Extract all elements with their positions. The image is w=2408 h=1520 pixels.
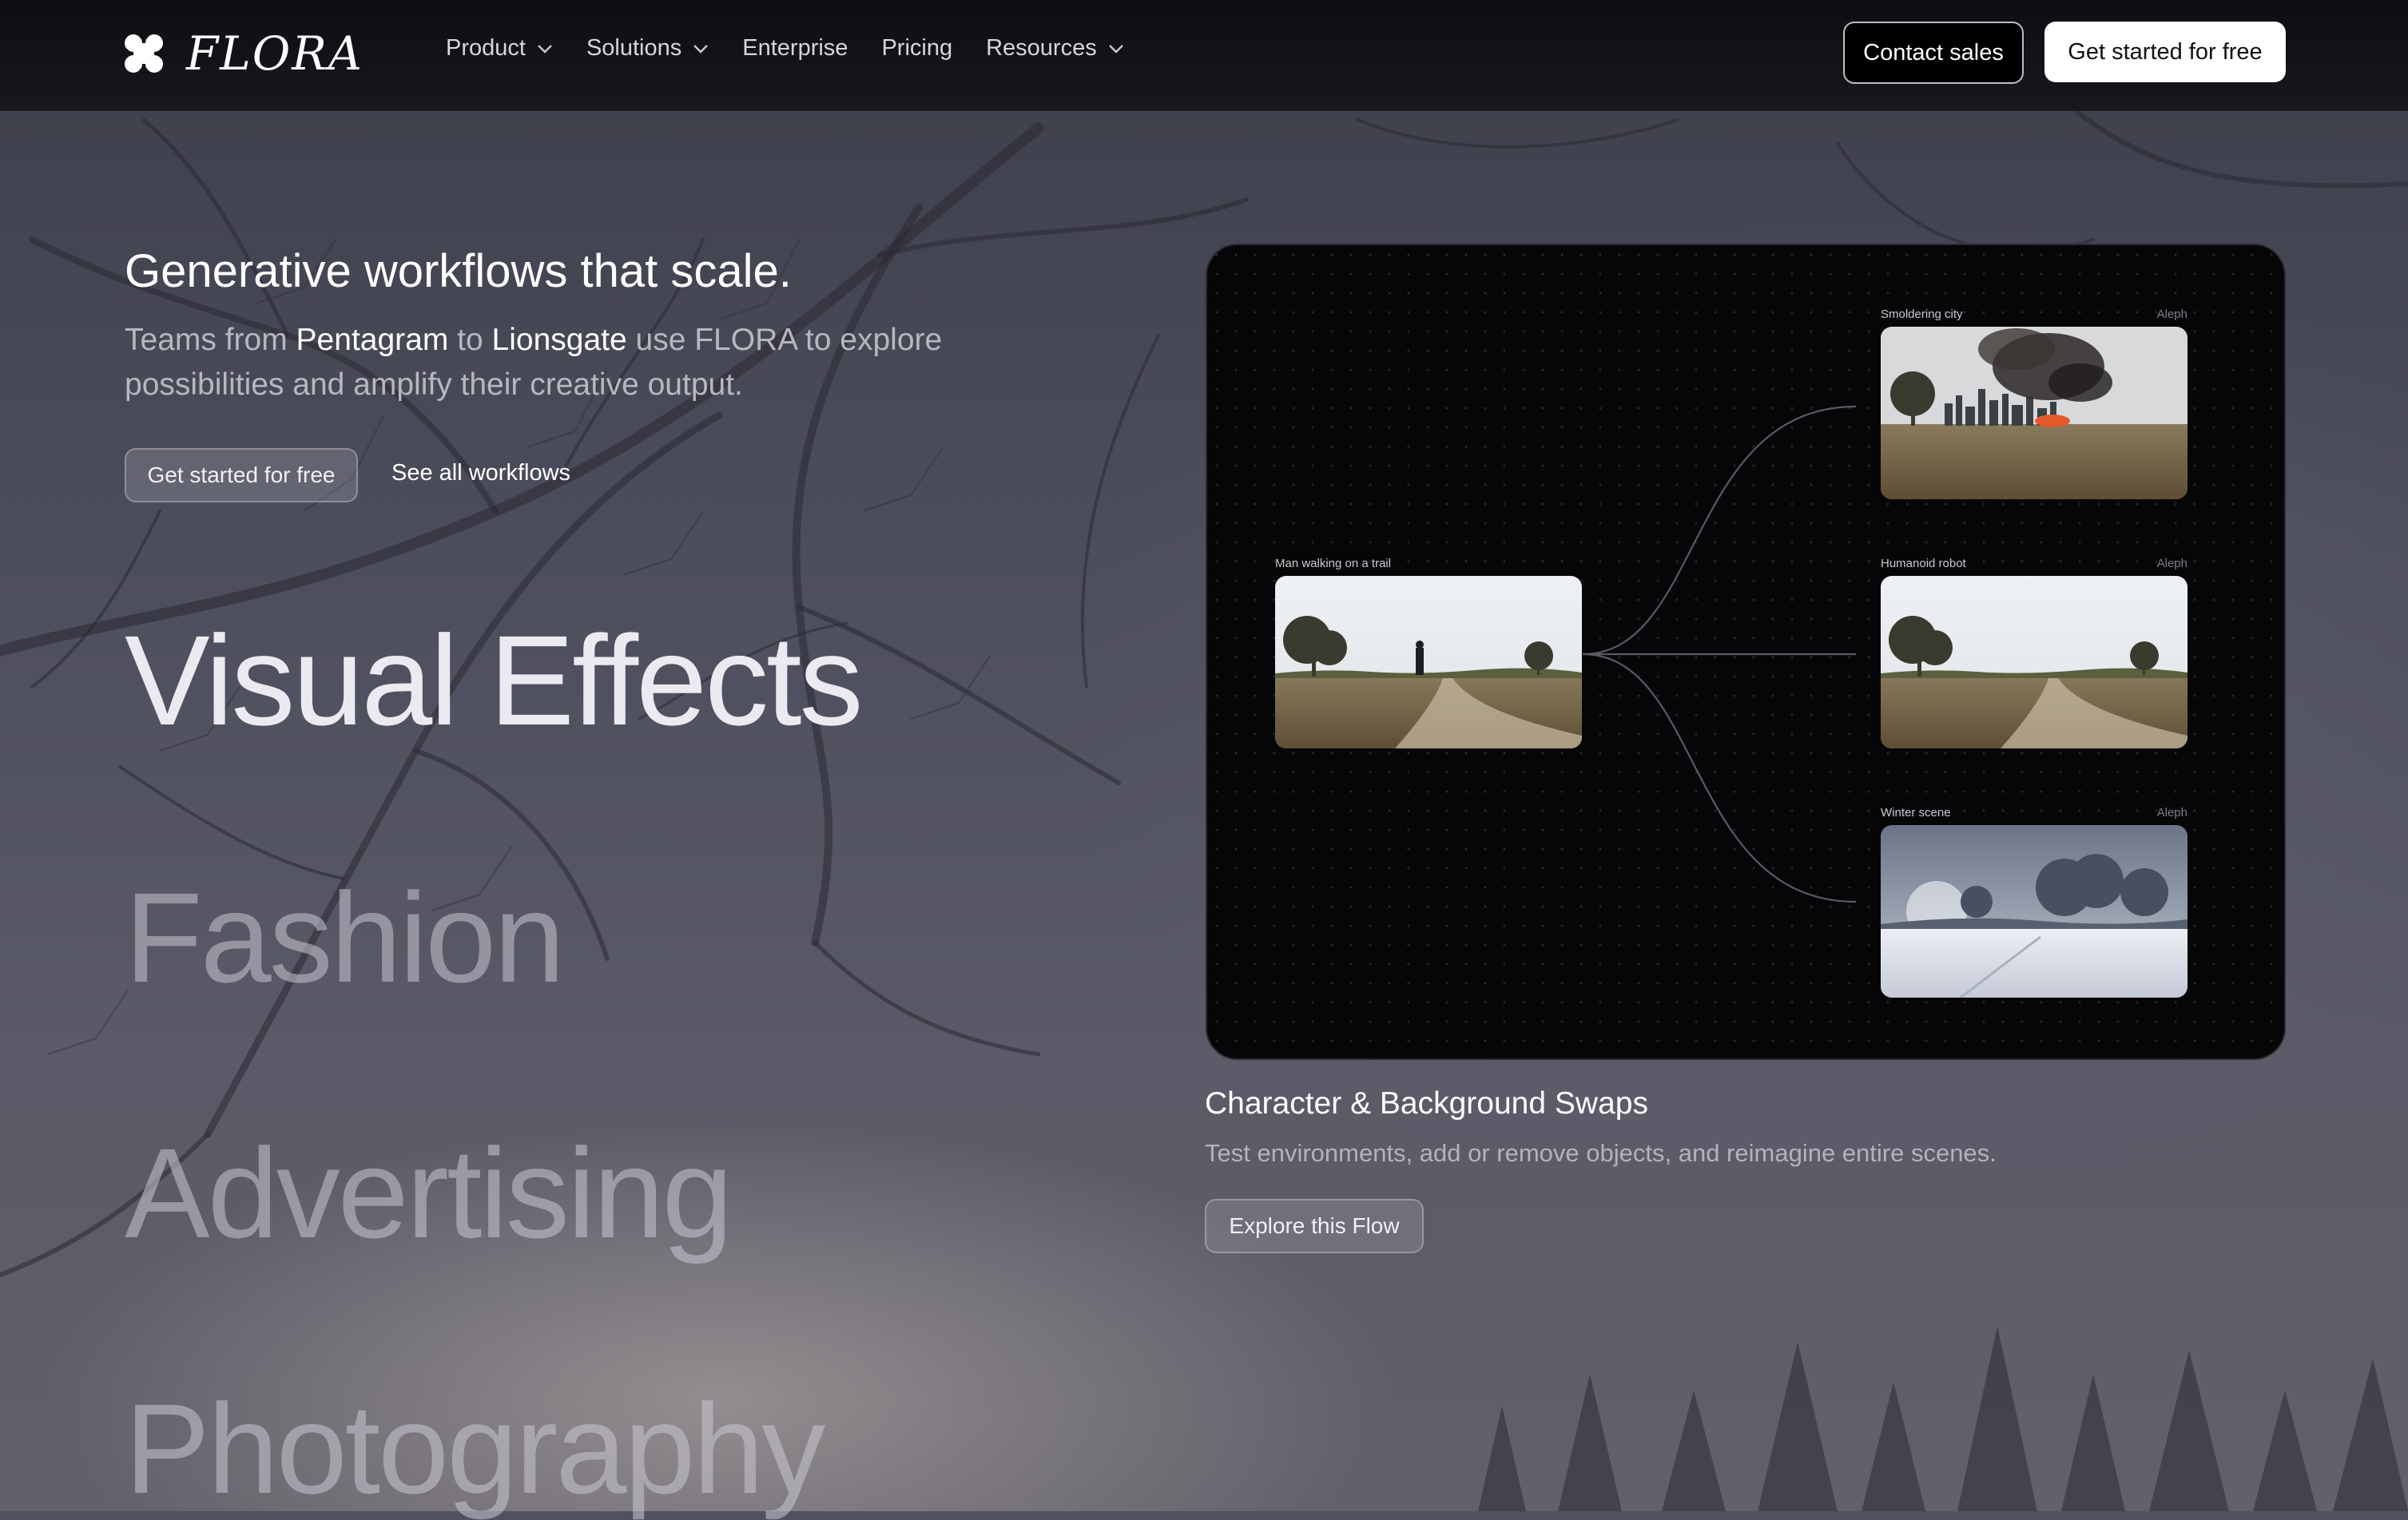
menu-item-label: Product <box>446 35 526 61</box>
node-header: Winter scene Aleph <box>1881 806 2187 823</box>
hero-sub-text: Teams from <box>125 323 296 357</box>
trail-image <box>1275 576 1582 748</box>
client-name-pentagram: Pentagram <box>296 323 449 357</box>
winter-scene-image <box>1881 825 2187 998</box>
category-photography[interactable]: Photography <box>125 1385 825 1513</box>
workflow-description: Test environments, add or remove objects… <box>1205 1139 1997 1167</box>
menu-item-product[interactable]: Product <box>446 35 553 62</box>
menu-item-label: Resources <box>986 35 1097 61</box>
brand-logo[interactable]: FLORA <box>124 30 364 77</box>
node-label: Smoldering city <box>1881 308 1963 321</box>
node-thumbnail <box>1275 576 1582 748</box>
node-header: Man walking on a trail <box>1275 557 1582 574</box>
hero-title: Generative workflows that scale. <box>125 245 792 297</box>
output-node[interactable]: Winter scene Aleph <box>1881 806 2187 998</box>
explore-flow-button[interactable]: Explore this Flow <box>1205 1199 1424 1253</box>
hero-sub-text: to <box>448 323 492 357</box>
connection-line <box>1582 405 1857 656</box>
category-visual-effects[interactable]: Visual Effects <box>125 617 864 744</box>
flora-logo-icon <box>124 34 164 73</box>
connection-line <box>1582 653 1857 903</box>
workflow-canvas[interactable]: Man walking on a trail Smoldering city A… <box>1206 244 2286 1060</box>
menu-item-resources[interactable]: Resources <box>986 35 1124 62</box>
brand-wordmark: FLORA <box>186 26 364 81</box>
menu-item-pricing[interactable]: Pricing <box>881 35 952 62</box>
node-thumbnail <box>1881 825 2187 998</box>
category-fashion[interactable]: Fashion <box>125 874 565 1002</box>
top-nav: FLORA Product Solutions Enterprise Prici… <box>0 0 2408 111</box>
menu-item-label: Enterprise <box>742 35 848 61</box>
menu-item-label: Solutions <box>586 35 682 61</box>
node-header: Smoldering city Aleph <box>1881 308 2187 325</box>
main-menu: Product Solutions Enterprise Pricing Res… <box>446 35 1124 62</box>
category-advertising[interactable]: Advertising <box>125 1129 733 1257</box>
node-thumbnail <box>1881 576 2187 748</box>
output-node[interactable]: Humanoid robot Aleph <box>1881 557 2187 748</box>
chevron-down-icon <box>1108 44 1123 54</box>
see-all-workflows-link[interactable]: See all workflows <box>391 460 570 486</box>
node-label: Man walking on a trail <box>1275 557 1392 570</box>
node-label: Winter scene <box>1881 806 1951 820</box>
smoldering-city-image <box>1881 327 2187 499</box>
menu-item-label: Pricing <box>881 35 953 61</box>
node-model-label: Aleph <box>2156 308 2187 321</box>
contact-sales-button[interactable]: Contact sales <box>1843 22 2024 84</box>
output-node[interactable]: Smoldering city Aleph <box>1881 308 2187 499</box>
source-node[interactable]: Man walking on a trail <box>1275 557 1582 748</box>
node-thumbnail <box>1881 327 2187 499</box>
hero-get-started-button[interactable]: Get started for free <box>125 448 358 502</box>
menu-item-solutions[interactable]: Solutions <box>586 35 709 62</box>
humanoid-robot-image <box>1881 576 2187 748</box>
chevron-down-icon <box>538 44 552 54</box>
hero-subtitle: Teams from Pentagram to Lionsgate use FL… <box>125 318 1083 407</box>
chevron-down-icon <box>693 44 709 54</box>
node-model-label: Aleph <box>2156 557 2187 570</box>
menu-item-enterprise[interactable]: Enterprise <box>742 35 848 62</box>
get-started-button[interactable]: Get started for free <box>2044 22 2286 82</box>
node-model-label: Aleph <box>2156 806 2187 820</box>
workflow-title: Character & Background Swaps <box>1205 1086 1648 1121</box>
node-header: Humanoid robot Aleph <box>1881 557 2187 574</box>
client-name-lionsgate: Lionsgate <box>491 323 627 357</box>
node-label: Humanoid robot <box>1881 557 1966 570</box>
